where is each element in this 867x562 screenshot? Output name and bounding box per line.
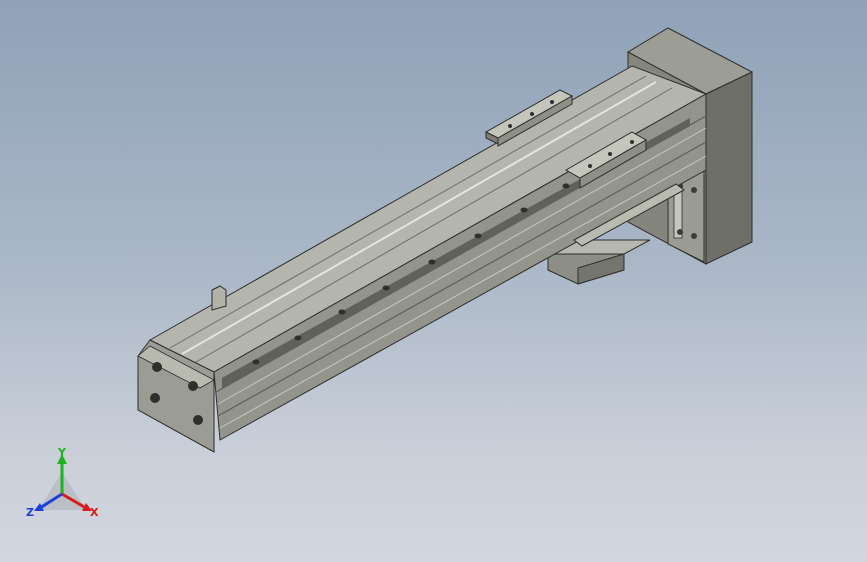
- x-axis-label: X: [90, 506, 99, 519]
- z-axis-label: Z: [26, 506, 34, 519]
- linear-actuator-model[interactable]: [0, 0, 867, 562]
- y-axis-label: Y: [57, 448, 67, 459]
- sensor-tab[interactable]: [211, 285, 227, 311]
- coordinate-triad[interactable]: Y X Z: [20, 448, 110, 528]
- cad-graphics-viewport[interactable]: Y X Z: [0, 0, 867, 562]
